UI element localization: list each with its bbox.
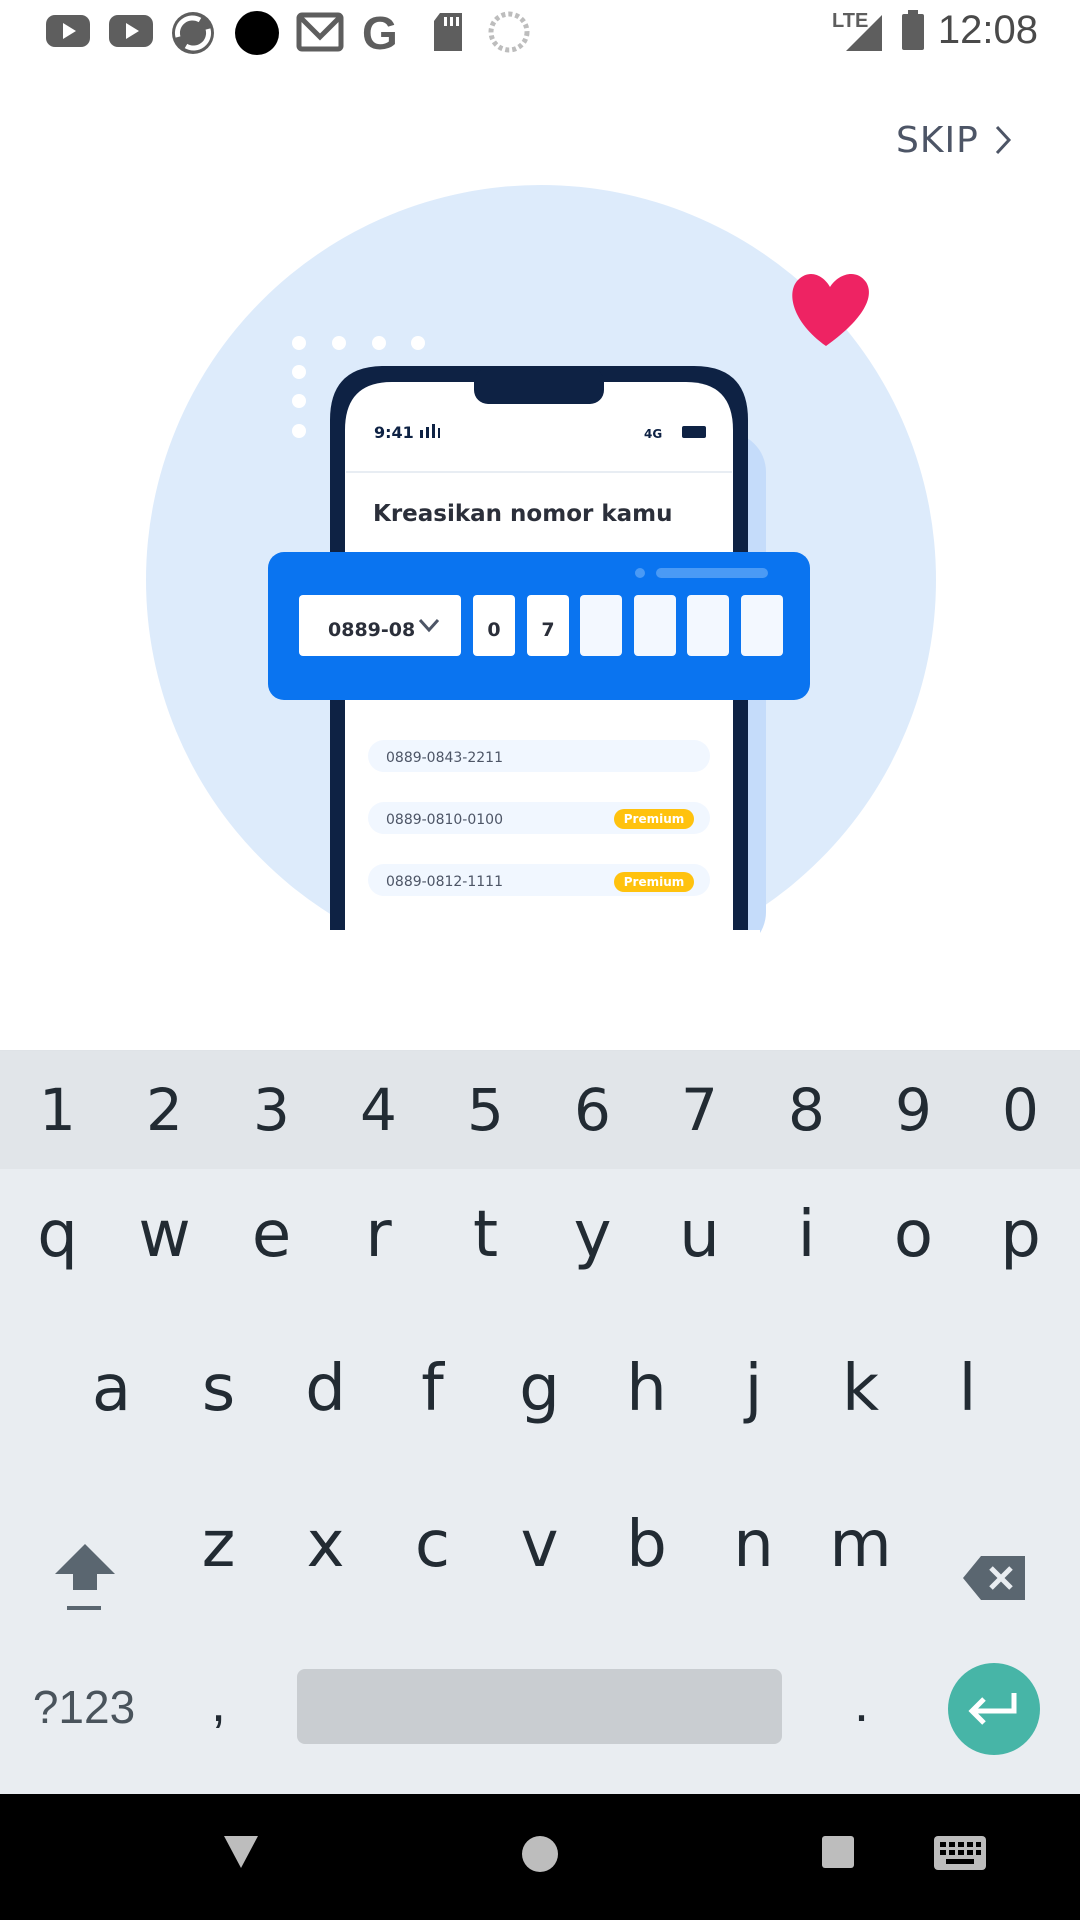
number-picker-panel: 0889-08 0 7 (268, 552, 810, 700)
list-item-number: 0889-0810-0100 (386, 812, 503, 828)
app-icon (172, 12, 214, 54)
key-a[interactable]: a (58, 1329, 165, 1449)
key-k[interactable]: k (807, 1329, 914, 1449)
key-b[interactable]: b (593, 1485, 700, 1605)
key-e[interactable]: e (218, 1175, 325, 1295)
list-item-number: 0889-0812-1111 (386, 874, 503, 890)
digit-value: 0 (487, 619, 500, 641)
enter-icon (968, 1693, 1017, 1725)
key-z[interactable]: z (165, 1485, 272, 1605)
key-g[interactable]: g (486, 1329, 593, 1449)
number-row: 1234567890 (0, 1051, 1080, 1169)
key-t[interactable]: t (432, 1175, 539, 1295)
digit-value: 7 (541, 619, 554, 641)
key-j[interactable]: j (700, 1329, 807, 1449)
period-key[interactable]: . (808, 1653, 915, 1753)
key-4[interactable]: 4 (325, 1063, 432, 1157)
youtube-icon (109, 15, 153, 47)
key-1[interactable]: 1 (4, 1063, 111, 1157)
key-7[interactable]: 7 (646, 1063, 753, 1157)
svg-text:4G: 4G (644, 427, 662, 441)
space-key[interactable] (297, 1669, 782, 1744)
key-u[interactable]: u (646, 1175, 753, 1295)
key-c[interactable]: c (379, 1485, 486, 1605)
backspace-key[interactable] (950, 1523, 1040, 1633)
status-time: 12:08 (937, 8, 1038, 52)
key-r[interactable]: r (325, 1175, 432, 1295)
phone-time: 9:41 (374, 423, 414, 442)
back-icon[interactable] (220, 1832, 262, 1872)
phone-title: Kreasikan nomor kamu (373, 501, 673, 527)
youtube-icon (46, 15, 90, 47)
key-8[interactable]: 8 (753, 1063, 860, 1157)
enter-key[interactable] (948, 1663, 1040, 1755)
chevron-right-icon (995, 125, 1011, 155)
key-0[interactable]: 0 (967, 1063, 1074, 1157)
status-bar: G LTE 12:08 (0, 0, 1080, 63)
signal-icon (846, 15, 882, 51)
recents-icon[interactable] (820, 1834, 856, 1870)
sd-card-icon (434, 13, 462, 51)
skip-button[interactable]: SKIP (896, 112, 1013, 168)
loading-icon (488, 11, 530, 53)
skip-label: SKIP (896, 119, 979, 161)
prefix-value: 0889-08 (328, 619, 415, 641)
circle-icon (235, 11, 279, 55)
key-l[interactable]: l (914, 1329, 1021, 1449)
key-o[interactable]: o (860, 1175, 967, 1295)
google-icon: G (362, 7, 398, 59)
key-6[interactable]: 6 (539, 1063, 646, 1157)
key-2[interactable]: 2 (111, 1063, 218, 1157)
key-s[interactable]: s (165, 1329, 272, 1449)
gmail-icon (296, 12, 344, 52)
key-q[interactable]: q (4, 1175, 111, 1295)
backspace-icon (963, 1556, 1025, 1600)
keyboard: 1234567890 qwertyuiop asdfghjkl zxcvbnm ?1… (0, 1050, 1080, 1795)
digit-box (741, 595, 783, 656)
key-3[interactable]: 3 (218, 1063, 325, 1157)
number-list: 0889-0843-2211 0889-0810-0100 Premium 08… (368, 740, 710, 896)
key-9[interactable]: 9 (860, 1063, 967, 1157)
digit-box (687, 595, 729, 656)
key-p[interactable]: p (967, 1175, 1074, 1295)
premium-badge: Premium (624, 875, 685, 889)
key-f[interactable]: f (379, 1329, 486, 1449)
digit-box (634, 595, 676, 656)
key-w[interactable]: w (111, 1175, 218, 1295)
shift-icon (55, 1544, 115, 1610)
onboarding-illustration: 9:41 4G Kreasikan nomor kamu 0889-0843-2… (146, 185, 936, 1000)
key-h[interactable]: h (593, 1329, 700, 1449)
key-d[interactable]: d (272, 1329, 379, 1449)
comma-key[interactable]: , (165, 1653, 272, 1753)
key-v[interactable]: v (486, 1485, 593, 1605)
key-i[interactable]: i (753, 1175, 860, 1295)
symbols-key[interactable]: ?123 (24, 1663, 144, 1751)
key-y[interactable]: y (539, 1175, 646, 1295)
shift-key[interactable] (40, 1523, 130, 1633)
home-icon[interactable] (520, 1834, 560, 1874)
list-item-number: 0889-0843-2211 (386, 750, 503, 766)
key-5[interactable]: 5 (432, 1063, 539, 1157)
battery-icon (902, 10, 924, 50)
key-n[interactable]: n (700, 1485, 807, 1605)
key-x[interactable]: x (272, 1485, 379, 1605)
keyboard-switch-icon[interactable] (932, 1834, 988, 1872)
navigation-bar (0, 1794, 1080, 1920)
premium-badge: Premium (624, 812, 685, 826)
key-m[interactable]: m (807, 1485, 914, 1605)
digit-box (580, 595, 622, 656)
